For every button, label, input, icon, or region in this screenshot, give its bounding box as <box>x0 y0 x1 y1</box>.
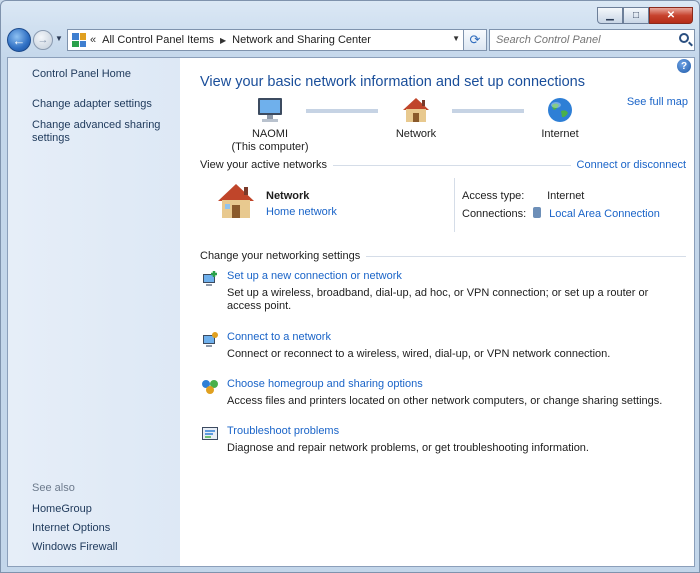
sidebar-change-advanced-sharing-settings[interactable]: Change advanced sharing settings <box>32 119 162 145</box>
navigation-bar: ← → ▼ « All Control Panel Items ▶ Networ… <box>7 28 695 52</box>
see-also-homegroup[interactable]: HomeGroup <box>32 503 118 515</box>
map-network-label: Network <box>395 128 437 140</box>
homegroup-sharing-options-link[interactable]: Choose homegroup and sharing options <box>227 378 423 390</box>
map-node-internet[interactable]: Internet <box>510 96 610 141</box>
maximize-button[interactable]: □ <box>623 7 649 24</box>
see-also-heading: See also <box>32 482 75 494</box>
troubleshoot-problems-link[interactable]: Troubleshoot problems <box>227 425 339 437</box>
forward-button[interactable]: → <box>33 30 53 50</box>
address-bar[interactable]: « All Control Panel Items ▶ Network and … <box>67 29 465 51</box>
recent-pages-dropdown-icon[interactable]: ▼ <box>55 34 63 43</box>
content-area: Control Panel Home Change adapter settin… <box>7 57 695 567</box>
vertical-divider <box>454 178 455 232</box>
computer-subtitle: (This computer) <box>231 141 309 153</box>
sidebar-change-adapter-settings[interactable]: Change adapter settings <box>32 98 180 111</box>
connect-to-network-link[interactable]: Connect to a network <box>227 331 331 343</box>
task-description: Connect or reconnect to a wireless, wire… <box>227 348 611 360</box>
see-also-internet-options[interactable]: Internet Options <box>32 522 118 534</box>
network-type-link[interactable]: Home network <box>266 206 337 218</box>
connect-network-icon <box>200 331 220 349</box>
house-icon <box>401 96 431 124</box>
close-button[interactable]: ✕ <box>649 7 693 24</box>
task-description: Diagnose and repair network problems, or… <box>227 442 589 454</box>
control-panel-icon <box>72 33 86 47</box>
section-divider <box>332 164 571 166</box>
active-networks-heading: View your active networks <box>200 159 327 171</box>
active-network-name: Network <box>266 190 310 202</box>
computer-name: NAOMI <box>251 128 289 140</box>
see-also-section: See also HomeGroup Internet Options Wind… <box>32 482 118 560</box>
address-overflow-chevron[interactable]: « <box>90 34 96 46</box>
help-icon[interactable]: ? <box>677 59 691 73</box>
search-input[interactable] <box>490 30 670 50</box>
search-box[interactable] <box>489 29 695 51</box>
see-full-map-link[interactable]: See full map <box>627 96 688 108</box>
caption-buttons: ▁ □ ✕ <box>597 7 693 24</box>
access-type-row: Access type: Internet <box>462 190 584 202</box>
troubleshoot-icon <box>200 425 220 443</box>
change-settings-heading: Change your networking settings <box>200 250 361 262</box>
access-type-value: Internet <box>547 190 585 202</box>
connections-row: Connections: Local Area Connection <box>462 207 660 220</box>
sidebar-control-panel-home[interactable]: Control Panel Home <box>32 68 180 80</box>
minimize-button[interactable]: ▁ <box>597 7 623 24</box>
page-title: View your basic network information and … <box>200 74 586 90</box>
computer-icon <box>255 96 285 124</box>
connect-or-disconnect-link[interactable]: Connect or disconnect <box>577 159 686 171</box>
map-internet-label: Internet <box>541 128 579 140</box>
change-settings-header: Change your networking settings <box>200 250 686 262</box>
task-description: Access files and printers located on oth… <box>227 395 663 407</box>
task-description: Set up a wireless, broadband, dial-up, a… <box>227 287 649 312</box>
map-node-computer[interactable]: NAOMI (This computer) <box>220 96 320 154</box>
explorer-window: ▁ □ ✕ ← → ▼ « All Control Panel Items ▶ … <box>0 0 700 573</box>
section-divider <box>366 255 686 257</box>
access-type-label: Access type: <box>462 190 525 202</box>
homegroup-icon <box>200 378 220 396</box>
see-also-windows-firewall[interactable]: Windows Firewall <box>32 541 118 553</box>
connections-label: Connections: <box>462 208 527 220</box>
setup-new-connection-link[interactable]: Set up a new connection or network <box>227 270 402 282</box>
search-icon[interactable] <box>679 33 689 43</box>
active-networks-header: View your active networks Connect or dis… <box>200 159 686 171</box>
local-area-connection-link[interactable]: Local Area Connection <box>549 208 660 220</box>
breadcrumb-all-control-panel-items[interactable]: All Control Panel Items <box>102 34 214 46</box>
main-panel: ? View your basic network information an… <box>180 58 694 566</box>
breadcrumb-separator-icon[interactable]: ▶ <box>220 36 226 45</box>
globe-icon <box>545 96 575 124</box>
active-network-panel: Network Home network Access type: Intern… <box>216 176 686 234</box>
refresh-button[interactable]: ⟳ <box>463 29 487 51</box>
map-node-network[interactable]: Network <box>366 96 466 141</box>
sidebar: Control Panel Home Change adapter settin… <box>8 58 180 566</box>
address-dropdown-icon[interactable]: ▼ <box>452 34 460 43</box>
breadcrumb-network-and-sharing-center[interactable]: Network and Sharing Center <box>232 34 371 46</box>
ethernet-icon <box>533 207 542 218</box>
home-network-icon <box>216 182 256 220</box>
new-connection-icon <box>200 270 220 288</box>
back-button[interactable]: ← <box>7 28 31 52</box>
